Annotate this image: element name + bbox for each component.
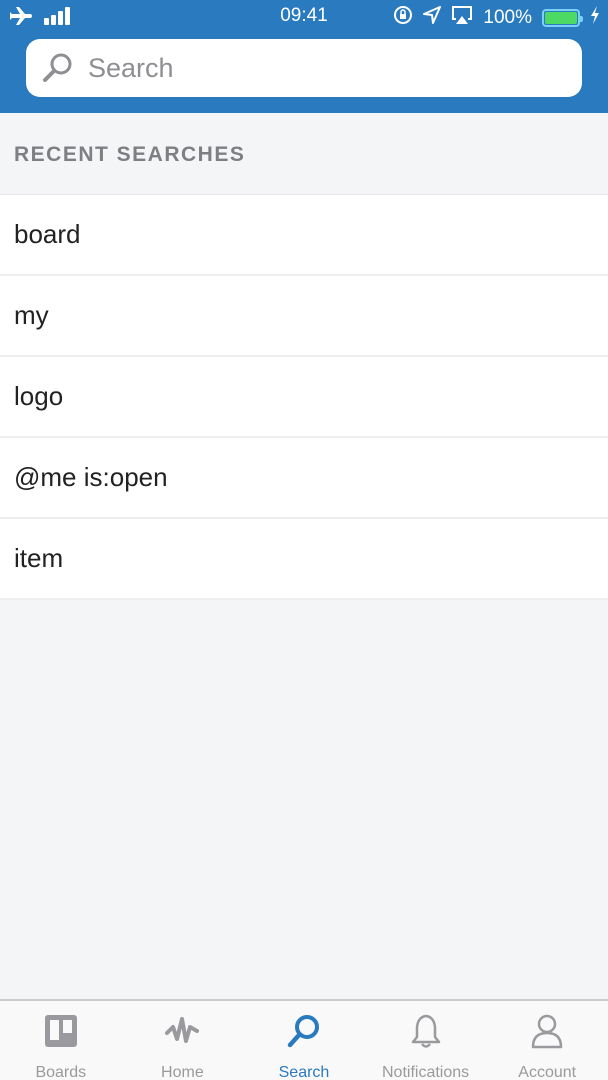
section-title: RECENT SEARCHES	[14, 143, 246, 166]
search-input[interactable]	[88, 52, 548, 84]
search-icon	[286, 1013, 322, 1054]
tab-label: Boards	[35, 1064, 87, 1080]
recent-search-item[interactable]: my	[0, 276, 608, 357]
bell-icon	[408, 1013, 444, 1054]
tab-bar: Boards Home Search Notifications Account	[0, 999, 608, 1080]
activity-icon	[164, 1013, 200, 1054]
recent-search-item[interactable]: item	[0, 519, 608, 600]
recent-search-item[interactable]: @me is:open	[0, 438, 608, 519]
tab-home[interactable]: Home	[122, 1001, 244, 1080]
tab-boards[interactable]: Boards	[0, 1001, 122, 1080]
search-icon	[40, 50, 76, 86]
recent-search-item[interactable]: logo	[0, 357, 608, 438]
airplay-icon	[451, 5, 473, 31]
tab-label: Home	[161, 1064, 204, 1080]
recent-searches-header: RECENT SEARCHES	[0, 113, 608, 195]
recent-searches-list: board my logo @me is:open item	[0, 195, 608, 600]
charging-icon	[590, 6, 600, 30]
tab-notifications[interactable]: Notifications	[365, 1001, 487, 1080]
person-icon	[529, 1013, 565, 1054]
battery-percent: 100%	[483, 7, 532, 28]
tab-label: Search	[278, 1064, 330, 1080]
tab-label: Notifications	[382, 1064, 470, 1080]
search-box[interactable]	[26, 39, 582, 97]
recent-search-item[interactable]: board	[0, 195, 608, 276]
location-icon	[423, 6, 442, 30]
status-bar: 09:41 100%	[0, 0, 608, 34]
tab-label: Account	[518, 1064, 577, 1080]
rotation-lock-icon	[393, 5, 413, 31]
battery-icon	[542, 9, 583, 27]
header: 09:41 100%	[0, 0, 608, 113]
tab-account[interactable]: Account	[486, 1001, 608, 1080]
tab-search[interactable]: Search	[243, 1001, 365, 1080]
boards-icon	[43, 1013, 79, 1054]
